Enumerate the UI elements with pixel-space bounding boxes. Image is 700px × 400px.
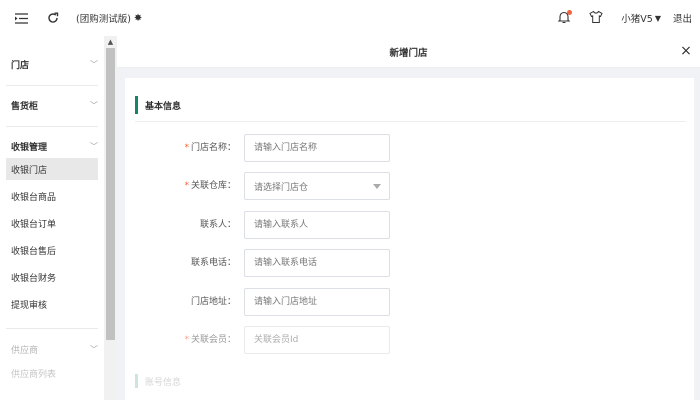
user-menu-caret-icon[interactable]: ▼ (655, 14, 661, 23)
form-row-member: * 关联会员： (125, 326, 694, 354)
field-label: 联系人： (199, 220, 236, 230)
sidebar-group-label: 供应商 (11, 345, 39, 356)
phone-input[interactable] (244, 249, 390, 277)
sidebar-item-cashier-aftersale[interactable]: 收银台售后 (6, 239, 98, 261)
sidebar-item-withdraw-review[interactable]: 提现审核 (6, 293, 98, 315)
panel-title: 新增门店 (389, 47, 428, 59)
sidebar-item-label: 收银台商品 (11, 192, 57, 203)
sidebar-item-label: 收银门店 (11, 165, 48, 176)
required-mark: * (184, 335, 189, 345)
gear-icon[interactable]: ✸ (134, 13, 142, 24)
form-row-phone: 联系电话： (125, 249, 694, 277)
section-accent-bar (135, 374, 138, 388)
select-placeholder: 请选择门店仓 (254, 182, 309, 193)
field-label-text: 门店名称： (190, 143, 236, 153)
field-label: * 门店名称： (184, 134, 236, 162)
field-label: * 关联会员： (184, 326, 236, 354)
section-title: 账号信息 (145, 377, 182, 388)
scrollbar-thumb[interactable] (106, 48, 115, 340)
panel-header: 新增门店 × (117, 36, 700, 68)
chevron-down-icon: ﹀ (90, 141, 98, 151)
app-title: (团购测试版) (76, 14, 131, 25)
scroll-up-arrow-icon[interactable]: ▲ (104, 36, 117, 48)
form-row-warehouse: * 关联仓库： 请选择门店仓 (125, 172, 694, 200)
sidebar-group-label: 收银管理 (11, 142, 48, 153)
menu-toggle-icon[interactable] (13, 10, 29, 26)
field-label-text: 关联会员： (190, 335, 236, 345)
notification-dot (567, 10, 573, 15)
sidebar-divider (6, 126, 98, 127)
sidebar-group-store[interactable]: 门店 ﹀ (0, 56, 104, 72)
caret-down-icon (373, 184, 381, 189)
sidebar-item-label: 提现审核 (11, 300, 48, 311)
sidebar-divider (6, 85, 98, 86)
address-input[interactable] (244, 288, 390, 316)
field-label: 联系电话： (190, 258, 236, 268)
form-row-contact: 联系人： (125, 211, 694, 239)
form-row-store-name: * 门店名称： (125, 134, 694, 162)
field-label: * 关联仓库： (184, 172, 236, 200)
sidebar-group-cashier[interactable]: 收银管理 ﹀ (0, 138, 104, 154)
close-icon[interactable]: × (679, 44, 693, 58)
member-id-input[interactable] (244, 326, 390, 354)
sidebar-item-cashier-finance[interactable]: 收银台财务 (6, 266, 98, 288)
sidebar-divider (6, 328, 98, 329)
refresh-icon[interactable] (45, 10, 61, 26)
sidebar-group-label: 门店 (11, 60, 30, 71)
chevron-down-icon: ﹀ (90, 59, 98, 69)
sidebar-item-cashier-orders[interactable]: 收银台订单 (6, 212, 98, 234)
section-divider (135, 121, 686, 122)
top-bar: (团购测试版) ✸ 小猪V5 ▼ 退出 (0, 0, 700, 36)
sidebar-item-label: 收银台财务 (11, 273, 57, 284)
sidebar-item-cashier-store[interactable]: 收银门店 (6, 158, 98, 180)
contact-input[interactable] (244, 211, 390, 239)
warehouse-select[interactable]: 请选择门店仓 (244, 172, 390, 200)
sidebar-group-supplier[interactable]: 供应商 ﹀ (0, 341, 104, 357)
sidebar-group-vending[interactable]: 售货柜 ﹀ (0, 97, 104, 113)
sidebar-item-label: 收银台售后 (11, 246, 57, 257)
section-header-account: 账号信息 (135, 374, 181, 388)
sidebar-scrollbar[interactable]: ▲ (104, 36, 117, 400)
sidebar-item-label: 供应商列表 (11, 369, 57, 380)
field-label: 门店地址： (190, 297, 236, 307)
user-name[interactable]: 小猪V5 (621, 11, 653, 25)
section-title: 基本信息 (145, 101, 182, 112)
field-label-text: 关联仓库： (190, 181, 236, 191)
sidebar-group-label: 售货柜 (11, 101, 39, 112)
section-header-basic: 基本信息 (135, 96, 181, 114)
form-card: 基本信息 *门店名称： *关联仓库： 请选择门店仓 联系人： 联系电话： (125, 78, 694, 400)
sidebar-item-label: 收银台订单 (11, 219, 57, 230)
store-name-input[interactable] (244, 134, 390, 162)
shirt-icon[interactable] (588, 10, 604, 26)
main-area: 新增门店 × 基本信息 *门店名称： *关联仓库： 请选择门店仓 联系人： (117, 36, 700, 400)
form-row-address: 门店地址： (125, 288, 694, 316)
logout-link[interactable]: 退出 (673, 11, 692, 25)
chevron-down-icon: ﹀ (90, 344, 98, 354)
notification-bell-icon[interactable] (557, 10, 573, 26)
required-mark: * (184, 143, 189, 153)
required-mark: * (184, 181, 189, 191)
sidebar: 门店 ﹀ 售货柜 ﹀ 收银管理 ﹀ 收银门店 收银台商品 收银台订单 收银台售后… (0, 36, 104, 400)
sidebar-item-supplier-list[interactable]: 供应商列表 (6, 362, 98, 384)
chevron-down-icon: ﹀ (90, 100, 98, 110)
section-accent-bar (135, 96, 138, 114)
sidebar-item-cashier-goods[interactable]: 收银台商品 (6, 185, 98, 207)
